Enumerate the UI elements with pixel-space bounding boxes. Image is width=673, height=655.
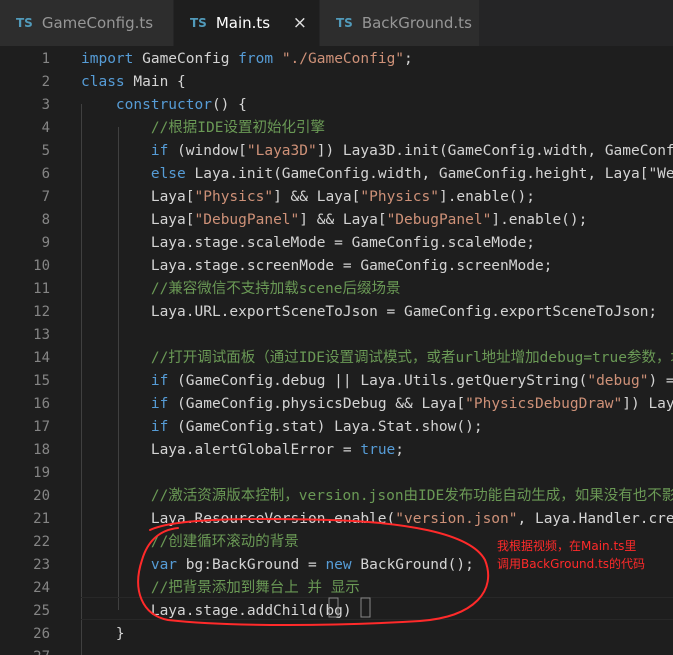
bracket-match-box	[360, 597, 371, 618]
hand-drawn-circle-annotation	[137, 518, 490, 626]
bracket-match-box	[328, 597, 339, 618]
annotation-line-2: 调用BackGround.ts的代码	[497, 557, 646, 571]
annotation-note: 我根据视频，在Main.ts里 调用BackGround.ts的代码	[497, 537, 645, 573]
annotation-line-1: 我根据视频，在Main.ts里	[497, 539, 637, 553]
